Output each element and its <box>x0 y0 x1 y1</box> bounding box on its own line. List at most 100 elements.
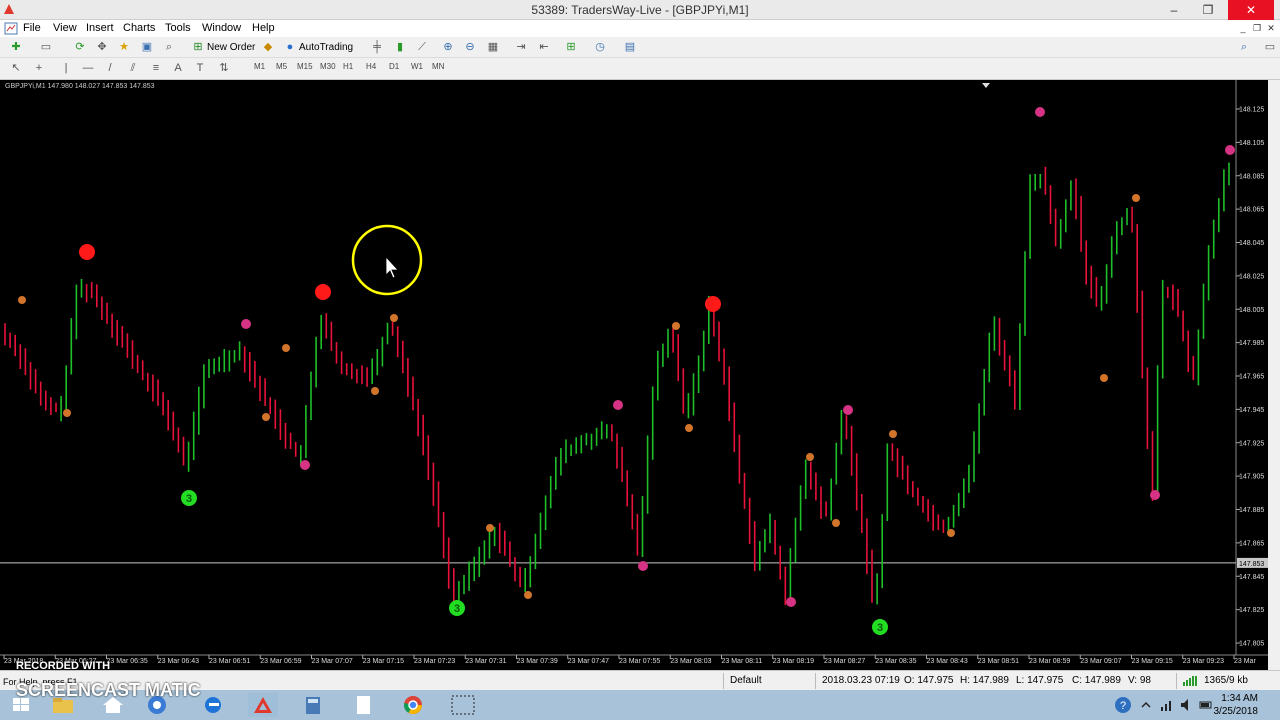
price-tick-label: 148.025 <box>1239 273 1264 280</box>
bar-open: O: 147.975 <box>904 675 954 686</box>
timeframe-h4[interactable]: H4 <box>366 62 376 71</box>
fractal-dot <box>282 344 290 352</box>
equidistant-channel-icon[interactable]: ⫽ <box>125 61 141 76</box>
price-tick-label: 148.065 <box>1239 207 1264 214</box>
data-window-icon[interactable]: ✥ <box>94 40 110 55</box>
autotrading-button[interactable]: ● AutoTrading <box>282 39 353 56</box>
price-tick-label: 147.885 <box>1239 507 1264 514</box>
vertical-line-icon[interactable]: | <box>58 61 74 76</box>
market-watch-icon[interactable]: ⟳ <box>72 40 88 55</box>
timeframe-h1[interactable]: H1 <box>343 62 353 71</box>
menu-insert[interactable]: Insert <box>86 22 114 34</box>
time-tick-label: 23 Mar 07:31 <box>465 658 506 665</box>
menu-window[interactable]: Window <box>202 22 241 34</box>
fractal-dot <box>685 424 693 432</box>
new-chart-icon[interactable]: ✚ <box>8 40 24 55</box>
indicators-icon[interactable]: ⊞ <box>563 40 579 55</box>
autoscroll-icon[interactable]: ⇥ <box>513 40 529 55</box>
templates-icon[interactable]: ▤ <box>622 40 638 55</box>
current-price-label: 147.853 <box>1239 561 1264 568</box>
notepad-icon[interactable] <box>348 693 378 717</box>
edge-icon[interactable] <box>198 693 228 717</box>
bar-volume: V: 98 <box>1128 675 1151 686</box>
time-tick-label: 23 Mar 07:07 <box>312 658 353 665</box>
terminal-icon[interactable]: ▣ <box>139 40 155 55</box>
tray-expand-icon[interactable] <box>1138 693 1154 717</box>
price-chart[interactable]: 148.125 148.105 148.085 148.065 148.045 148.0… <box>0 80 1280 670</box>
mdi-minimize-button[interactable]: _ <box>1236 22 1250 34</box>
cursor-icon[interactable]: ↖ <box>8 61 24 76</box>
profile-name[interactable]: Default <box>730 675 762 686</box>
watermark-line1: RECORDED WITH <box>16 660 111 672</box>
time-tick-label: 23 Mar 07:15 <box>363 658 404 665</box>
buy-signal-label: 3 <box>186 493 192 505</box>
text-icon[interactable]: A <box>170 61 186 76</box>
timeframe-m30[interactable]: M30 <box>320 62 336 71</box>
time-tick-label: 23 Mar 07:47 <box>568 658 609 665</box>
metaeditor-icon[interactable]: ◆ <box>260 40 276 55</box>
fractal-dot <box>18 296 26 304</box>
search-icon[interactable]: ⌕ <box>1236 40 1252 55</box>
fibonacci-icon[interactable]: ≡ <box>148 61 164 76</box>
periods-icon[interactable]: ◷ <box>592 40 608 55</box>
watermark-line2: SCREENCAST MATIC <box>16 680 201 700</box>
menu-view[interactable]: View <box>53 22 77 34</box>
extreme-dot <box>613 400 623 410</box>
chat-icon[interactable]: ▭ <box>1262 40 1278 55</box>
navigator-icon[interactable]: ★ <box>116 40 132 55</box>
clock-time[interactable]: 1:34 AM <box>1221 693 1258 704</box>
new-order-label: New Order <box>207 42 256 53</box>
chart-shift-icon[interactable]: ⇤ <box>536 40 552 55</box>
battery-icon[interactable] <box>1198 693 1214 717</box>
zoom-out-icon[interactable]: ⊖ <box>462 40 478 55</box>
menu-tools[interactable]: Tools <box>165 22 191 34</box>
help-icon[interactable]: ? <box>1112 693 1134 717</box>
chart-canvas[interactable]: 148.125 148.105 148.085 148.065 148.045 148.0… <box>0 80 1268 670</box>
menu-file[interactable]: File <box>23 22 41 34</box>
new-order-button[interactable]: ⊞ New Order <box>190 39 255 56</box>
buy-signal-label: 3 <box>877 622 883 634</box>
profiles-icon[interactable]: ▭ <box>38 40 54 55</box>
bar-chart-icon[interactable]: ╪ <box>369 40 385 55</box>
title-bar[interactable]: 53389: TradersWay-Live - [GBPJPYi,M1] – … <box>0 0 1280 20</box>
price-tick-label: 148.005 <box>1239 307 1264 314</box>
price-tick-label: 147.945 <box>1239 407 1264 414</box>
trendline-icon[interactable]: / <box>102 61 118 76</box>
mdi-close-button[interactable]: ✕ <box>1264 22 1278 34</box>
time-tick-label: 23 Mar <box>1234 658 1256 665</box>
clock-date[interactable]: 3/25/2018 <box>1214 706 1259 717</box>
chart-window-icon[interactable] <box>4 22 18 35</box>
horizontal-line-icon[interactable]: — <box>80 61 96 76</box>
timeframe-m1[interactable]: M1 <box>254 62 265 71</box>
menu-help[interactable]: Help <box>252 22 275 34</box>
line-chart-icon[interactable]: ⟋ <box>414 40 430 55</box>
network-icon[interactable] <box>1158 693 1174 717</box>
time-tick-label: 23 Mar 06:43 <box>158 658 199 665</box>
chrome-icon[interactable] <box>398 693 428 717</box>
candlestick-icon[interactable]: ▮ <box>392 40 408 55</box>
mdi-restore-button[interactable]: ❐ <box>1250 22 1264 34</box>
timeframe-m5[interactable]: M5 <box>276 62 287 71</box>
timeframe-m15[interactable]: M15 <box>297 62 313 71</box>
timeframe-mn[interactable]: MN <box>432 62 444 71</box>
volume-icon[interactable] <box>1178 693 1194 717</box>
metatrader-taskbar-icon[interactable] <box>248 693 278 717</box>
menu-charts[interactable]: Charts <box>123 22 155 34</box>
maximize-button[interactable]: ❐ <box>1194 0 1222 20</box>
calculator-icon[interactable] <box>298 693 328 717</box>
text-label-icon[interactable]: T <box>192 61 208 76</box>
zoom-in-icon[interactable]: ⊕ <box>440 40 456 55</box>
close-button[interactable]: ✕ <box>1228 0 1274 20</box>
crosshair-icon[interactable]: + <box>31 61 47 76</box>
status-separator <box>1176 673 1177 689</box>
arrows-icon[interactable]: ⇅ <box>216 61 232 76</box>
extreme-dot <box>1150 490 1160 500</box>
minimize-button[interactable]: – <box>1160 0 1188 20</box>
vertical-scrollbar[interactable] <box>1268 80 1280 670</box>
snipping-tool-icon[interactable] <box>448 693 478 717</box>
timeframe-w1[interactable]: W1 <box>411 62 423 71</box>
timeframe-d1[interactable]: D1 <box>389 62 399 71</box>
tile-windows-icon[interactable]: ▦ <box>485 40 501 55</box>
fractal-dot <box>832 519 840 527</box>
strategy-tester-icon[interactable]: ⌕ <box>161 40 177 55</box>
